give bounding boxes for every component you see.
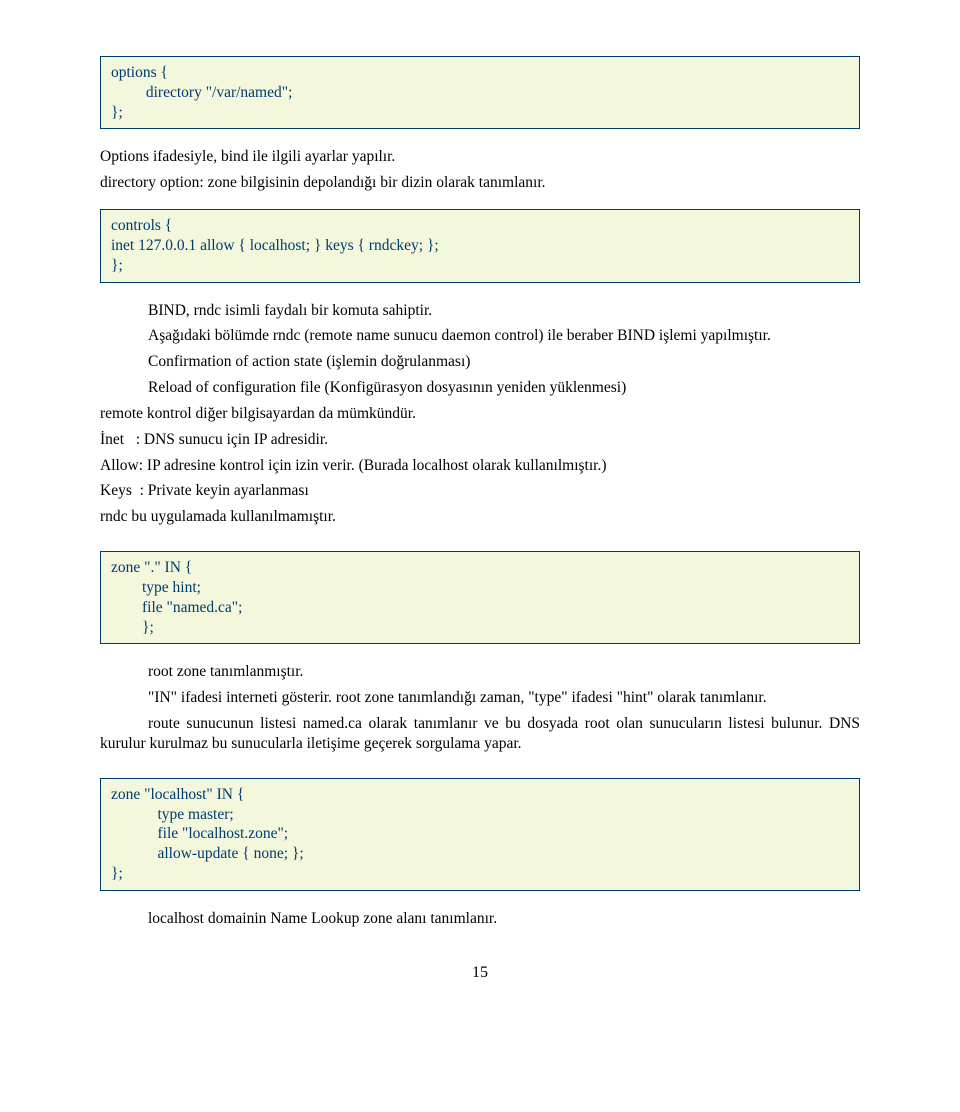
codebox-controls: controls { inet 127.0.0.1 allow { localh… [100, 209, 860, 282]
paragraph: Aşağıdaki bölümde rndc (remote name sunu… [100, 326, 860, 346]
page-container: options { directory "/var/named"; }; Opt… [0, 0, 960, 1112]
page-number: 15 [100, 963, 860, 983]
text-block: BIND, rndc isimli faydalı bir komuta sah… [100, 301, 860, 527]
paragraph: root zone tanımlanmıştır. [100, 662, 860, 682]
paragraph: Reload of configuration file (Konfigüras… [100, 378, 860, 398]
code-line: options { [111, 64, 168, 81]
code-line: file "named.ca"; [111, 599, 242, 616]
codebox-content: zone "." IN { type hint; file "named.ca"… [100, 551, 860, 644]
code-line: zone "." IN { [111, 559, 192, 576]
codebox-content: controls { inet 127.0.0.1 allow { localh… [100, 209, 860, 282]
codebox-content: zone "localhost" IN { type master; file … [100, 778, 860, 891]
paragraph: "IN" ifadesi interneti gösterir. root zo… [100, 688, 860, 708]
code-line: }; [111, 104, 123, 121]
codebox-content: options { directory "/var/named"; }; [100, 56, 860, 129]
paragraph: rndc bu uygulamada kullanılmamıştır. [100, 507, 860, 527]
code-line: allow-update { none; }; [111, 845, 304, 862]
paragraph: Allow: IP adresine kontrol için izin ver… [100, 456, 860, 476]
code-line: inet 127.0.0.1 allow { localhost; } keys… [111, 237, 439, 254]
code-line: file "localhost.zone"; [111, 825, 288, 842]
text-block: root zone tanımlanmıştır. "IN" ifadesi i… [100, 662, 860, 753]
paragraph: Keys : Private keyin ayarlanması [100, 481, 860, 501]
paragraph: localhost domainin Name Lookup zone alan… [100, 909, 860, 929]
code-line: type master; [111, 806, 234, 823]
code-line: }; [111, 865, 123, 882]
paragraph: Options ifadesiyle, bind ile ilgili ayar… [100, 147, 860, 167]
paragraph: directory option: zone bilgisinin depola… [100, 173, 860, 193]
codebox-zone-root: zone "." IN { type hint; file "named.ca"… [100, 551, 860, 644]
paragraph: route sunucunun listesi named.ca olarak … [100, 714, 860, 754]
codebox-options: options { directory "/var/named"; }; [100, 56, 860, 129]
codebox-zone-localhost: zone "localhost" IN { type master; file … [100, 778, 860, 891]
paragraph: remote kontrol diğer bilgisayardan da mü… [100, 404, 860, 424]
paragraph: İnet : DNS sunucu için IP adresidir. [100, 430, 860, 450]
code-line: directory "/var/named"; [111, 84, 292, 101]
code-line: type hint; [111, 579, 201, 596]
code-line: }; [111, 257, 123, 274]
code-line: }; [111, 619, 154, 636]
code-line: zone "localhost" IN { [111, 786, 244, 803]
paragraph: Confirmation of action state (işlemin do… [100, 352, 860, 372]
paragraph: BIND, rndc isimli faydalı bir komuta sah… [100, 301, 860, 321]
code-line: controls { [111, 217, 172, 234]
